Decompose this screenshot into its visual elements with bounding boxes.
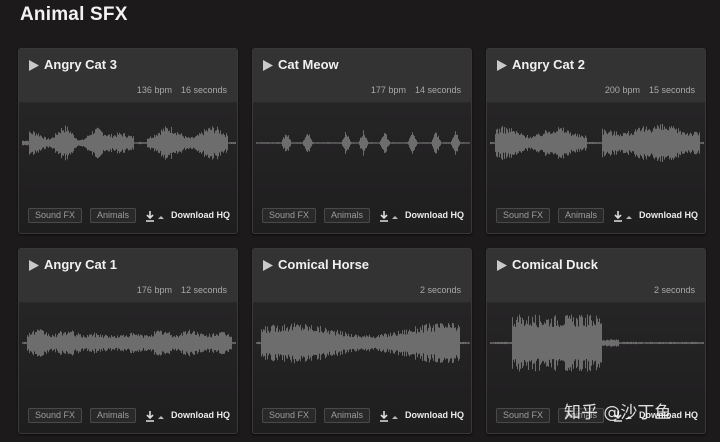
waveform[interactable] xyxy=(256,305,470,381)
download-hq-link[interactable]: Download HQ xyxy=(405,410,464,420)
sound-bpm: 136 bpm xyxy=(136,85,172,95)
download-arrow-icon[interactable] xyxy=(379,410,399,422)
page-title: Animal SFX xyxy=(20,4,128,25)
card-footer: Sound FX Animals Download HQ xyxy=(496,208,699,224)
sound-card[interactable]: Angry Cat 2 200 bpm 15 seconds Sound FX A… xyxy=(486,48,706,234)
sound-title[interactable]: Comical Duck xyxy=(512,257,598,272)
tag-animals[interactable]: Animals xyxy=(324,208,371,223)
sound-meta: 176 bpm 12 seconds xyxy=(137,285,227,295)
play-icon[interactable] xyxy=(28,59,40,72)
download-arrow-icon[interactable] xyxy=(145,210,165,222)
sound-title[interactable]: Angry Cat 3 xyxy=(44,57,117,72)
sound-bpm: 200 bpm xyxy=(604,85,640,95)
download-hq-link[interactable]: Download HQ xyxy=(171,210,230,220)
waveform-path xyxy=(490,124,704,162)
card-footer: Sound FX Animals Download HQ xyxy=(28,208,231,224)
sound-title[interactable]: Cat Meow xyxy=(278,57,339,72)
sound-bpm: 177 bpm xyxy=(370,85,406,95)
sound-duration: 2 seconds xyxy=(419,285,461,295)
waveform-path xyxy=(256,130,470,156)
sound-card[interactable]: Cat Meow 177 bpm 14 seconds Sound FX Anim… xyxy=(252,48,472,234)
tag-sound-fx[interactable]: Sound FX xyxy=(496,408,551,423)
download-arrow-icon[interactable] xyxy=(145,410,165,422)
sound-card[interactable]: Angry Cat 1 176 bpm 12 seconds Sound FX A… xyxy=(18,248,238,434)
waveform[interactable] xyxy=(22,105,236,181)
waveform-path xyxy=(22,329,236,357)
watermark: 知乎 @沙丁鱼 xyxy=(564,403,672,423)
sound-card[interactable]: Angry Cat 3 136 bpm 16 seconds Sound FX A… xyxy=(18,48,238,234)
play-icon[interactable] xyxy=(28,259,40,272)
tag-animals[interactable]: Animals xyxy=(90,208,137,223)
waveform-path xyxy=(256,322,470,364)
sound-title[interactable]: Comical Horse xyxy=(278,257,369,272)
sound-bpm: 176 bpm xyxy=(136,285,172,295)
download-arrow-icon[interactable] xyxy=(379,210,399,222)
sound-meta: 2 seconds xyxy=(645,285,695,295)
tag-sound-fx[interactable]: Sound FX xyxy=(28,208,83,223)
sound-title[interactable]: Angry Cat 1 xyxy=(44,257,117,272)
card-footer: Sound FX Animals Download HQ xyxy=(262,408,465,424)
play-icon[interactable] xyxy=(496,59,508,72)
sound-duration: 15 seconds xyxy=(648,85,695,95)
card-footer: Sound FX Animals Download HQ xyxy=(28,408,231,424)
tag-sound-fx[interactable]: Sound FX xyxy=(262,208,317,223)
waveform-path xyxy=(22,125,236,161)
tag-sound-fx[interactable]: Sound FX xyxy=(28,408,83,423)
tag-animals[interactable]: Animals xyxy=(90,408,137,423)
waveform[interactable] xyxy=(22,305,236,381)
play-icon[interactable] xyxy=(262,59,274,72)
sound-duration: 14 seconds xyxy=(414,85,461,95)
play-icon[interactable] xyxy=(496,259,508,272)
sound-duration: 2 seconds xyxy=(653,285,695,295)
sound-duration: 12 seconds xyxy=(180,285,227,295)
tag-sound-fx[interactable]: Sound FX xyxy=(262,408,317,423)
download-hq-link[interactable]: Download HQ xyxy=(405,210,464,220)
waveform-path xyxy=(490,314,704,372)
tag-sound-fx[interactable]: Sound FX xyxy=(496,208,551,223)
sound-card[interactable]: Comical Horse 2 seconds Sound FX Animals… xyxy=(252,248,472,434)
sound-duration: 16 seconds xyxy=(180,85,227,95)
page: Animal SFX Angry Cat 3 136 bpm 16 seconds… xyxy=(0,0,720,442)
download-arrow-icon[interactable] xyxy=(613,210,633,222)
download-hq-link[interactable]: Download HQ xyxy=(171,410,230,420)
download-hq-link[interactable]: Download HQ xyxy=(639,210,698,220)
play-icon[interactable] xyxy=(262,259,274,272)
sound-title[interactable]: Angry Cat 2 xyxy=(512,57,585,72)
sound-meta: 136 bpm 16 seconds xyxy=(137,85,227,95)
card-footer: Sound FX Animals Download HQ xyxy=(262,208,465,224)
waveform[interactable] xyxy=(490,105,704,181)
waveform[interactable] xyxy=(256,105,470,181)
sound-meta: 2 seconds xyxy=(411,285,461,295)
waveform[interactable] xyxy=(490,305,704,381)
sound-meta: 200 bpm 15 seconds xyxy=(605,85,695,95)
tag-animals[interactable]: Animals xyxy=(324,408,371,423)
sound-meta: 177 bpm 14 seconds xyxy=(371,85,461,95)
tag-animals[interactable]: Animals xyxy=(558,208,605,223)
